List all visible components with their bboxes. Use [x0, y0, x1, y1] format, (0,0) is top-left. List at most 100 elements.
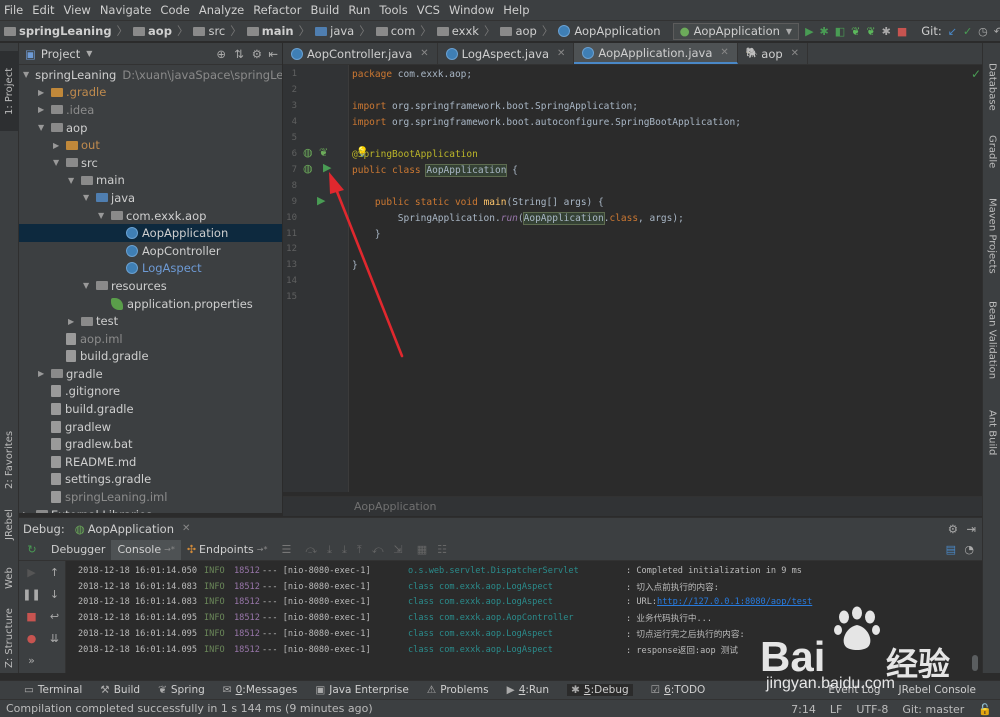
step-over-icon[interactable]: ⤼ — [305, 543, 317, 557]
collapsed-arrow-icon[interactable]: ▶ — [38, 369, 48, 378]
close-icon[interactable]: ✕ — [720, 47, 728, 58]
force-step-into-icon[interactable]: ⤓ — [342, 543, 347, 557]
tab-maven-projects[interactable]: Maven Projects — [983, 188, 1000, 283]
run-to-cursor-icon[interactable]: ⇲ — [393, 543, 402, 556]
menu-item-window[interactable]: Window — [449, 3, 494, 17]
breadcrumb-item[interactable]: src — [193, 24, 225, 38]
close-icon[interactable]: ✕ — [420, 48, 428, 59]
tree-item[interactable]: ▼ resources — [19, 277, 282, 295]
tree-item[interactable]: ▶ out — [19, 136, 282, 154]
menu-item-help[interactable]: Help — [503, 3, 529, 17]
menu-item-tools[interactable]: Tools — [379, 3, 407, 17]
tree-item[interactable]: ▼ com.exxk.aop — [19, 207, 282, 225]
tree-item[interactable]: ▶ .gradle — [19, 84, 282, 102]
collapse-icon[interactable]: ⇅ — [234, 47, 244, 61]
tab-aop[interactable]: 🐘 aop ✕ — [738, 43, 809, 64]
tree-item[interactable]: gradlew — [19, 418, 282, 436]
expanded-arrow-icon[interactable]: ▼ — [53, 158, 63, 167]
collapsed-arrow-icon[interactable]: ▶ — [38, 105, 48, 114]
tree-item[interactable]: aop.iml — [19, 330, 282, 348]
history-icon[interactable]: ◷ — [978, 23, 988, 39]
tree-item[interactable]: LogAspect — [19, 260, 282, 278]
tab-debugger[interactable]: Debugger — [45, 540, 111, 560]
tree-item[interactable]: build.gradle — [19, 400, 282, 418]
code-editor[interactable]: ✓ 💡 package com.exxk.aop; import org.spri… — [348, 65, 982, 492]
menu-item-vcs[interactable]: VCS — [417, 3, 440, 17]
gear-icon[interactable]: ⚙ — [252, 47, 262, 61]
tool-spring[interactable]: ❦ Spring — [158, 684, 205, 696]
scroll-to-end-icon[interactable]: ⇊ — [44, 627, 65, 649]
tree-item[interactable]: ▼ aop — [19, 119, 282, 137]
menu-item-view[interactable]: View — [64, 3, 91, 17]
rerun-icon[interactable]: ↻ — [19, 543, 45, 556]
tree-item[interactable]: ▼ src — [19, 154, 282, 172]
jrebel-debug-icon[interactable]: ❦ — [866, 23, 875, 39]
tree-item[interactable]: gradlew.bat — [19, 435, 282, 453]
line-separator[interactable]: LF — [830, 703, 842, 716]
collapsed-arrow-icon[interactable]: ▶ — [53, 141, 63, 150]
step-into-icon[interactable]: ⤓ — [327, 543, 332, 557]
collapsed-arrow-icon[interactable]: ▶ — [23, 510, 33, 513]
editor-breadcrumb[interactable]: AopApplication — [348, 496, 982, 516]
git-update-icon[interactable]: ↙ — [948, 23, 957, 39]
close-icon[interactable]: ✕ — [557, 48, 565, 59]
tree-item[interactable]: AopApplication — [19, 224, 282, 242]
menu-item-refactor[interactable]: Refactor — [253, 3, 301, 17]
locate-icon[interactable]: ⊕ — [216, 47, 226, 61]
tool-java-enterprise[interactable]: ▣ Java Enterprise — [315, 684, 408, 696]
project-panel-title[interactable]: Project — [41, 47, 80, 61]
expanded-arrow-icon[interactable]: ▼ — [83, 193, 93, 202]
scroll-up-icon[interactable]: ↑ — [44, 561, 65, 583]
close-icon[interactable]: ✕ — [791, 48, 799, 59]
status-message[interactable]: Compilation completed successfully in 1 … — [6, 702, 373, 715]
rollback-icon[interactable]: ↶ — [994, 23, 1000, 39]
collapsed-arrow-icon[interactable]: ▶ — [38, 88, 48, 97]
menu-item-navigate[interactable]: Navigate — [100, 3, 152, 17]
tab-database[interactable]: Database — [983, 57, 1000, 117]
close-icon[interactable]: ✕ — [182, 523, 190, 534]
more-icon[interactable]: » — [19, 649, 44, 671]
tool-run[interactable]: ▶ 4: Run — [507, 684, 549, 696]
debug-icon[interactable]: ✱ — [820, 23, 829, 39]
scroll-down-icon[interactable]: ↓ — [44, 583, 65, 605]
tool-build[interactable]: ⚒ Build — [100, 684, 140, 696]
tab-aopapplication-java[interactable]: AopApplication.java ✕ — [574, 43, 738, 64]
tree-item[interactable]: ▶ gradle — [19, 365, 282, 383]
run-icon[interactable]: ▶ — [805, 23, 813, 39]
jrebel-run-icon[interactable]: ❦ — [851, 23, 860, 39]
tree-item[interactable]: build.gradle — [19, 348, 282, 366]
debug-config-tab[interactable]: AopApplication — [88, 522, 174, 536]
drop-frame-icon[interactable]: ⤺ — [372, 543, 384, 557]
stop-icon[interactable]: ■ — [19, 605, 44, 627]
evaluate-icon[interactable]: ▦ — [417, 543, 427, 556]
tab-project[interactable]: 1: Project — [0, 51, 19, 131]
scrollbar[interactable] — [972, 655, 978, 671]
collapsed-arrow-icon[interactable]: ▶ — [68, 317, 78, 326]
tree-item[interactable]: README.md — [19, 453, 282, 471]
breadcrumb-item[interactable]: main — [246, 24, 294, 38]
expanded-arrow-icon[interactable]: ▼ — [98, 211, 108, 220]
tab-favorites[interactable]: 2: Favorites — [0, 415, 19, 505]
layout-icon[interactable]: ▤ — [946, 543, 956, 556]
tree-item[interactable]: ▶ External Libraries — [19, 506, 282, 513]
spring-bean-icon[interactable]: ◍ — [303, 146, 313, 159]
attach-icon[interactable]: ✱ — [882, 23, 891, 39]
expanded-arrow-icon[interactable]: ▼ — [83, 281, 93, 290]
git-branch[interactable]: Git: master — [902, 703, 964, 716]
menu-item-file[interactable]: File — [4, 3, 23, 17]
tree-item[interactable]: application.properties — [19, 295, 282, 313]
tool-problems[interactable]: ⚠ Problems — [427, 684, 489, 696]
breadcrumb-item[interactable]: exxk — [436, 24, 479, 38]
tree-item[interactable]: springLeaning.iml — [19, 488, 282, 506]
breadcrumb-item[interactable]: java — [315, 24, 354, 38]
tree-item[interactable]: ▶ test — [19, 312, 282, 330]
expanded-arrow-icon[interactable]: ▼ — [23, 70, 29, 79]
pause-icon[interactable]: ❚❚ — [19, 583, 44, 605]
menu-item-build[interactable]: Build — [310, 3, 339, 17]
gear-icon[interactable]: ⚙ — [948, 522, 958, 536]
tab-aopcontroller-java[interactable]: AopController.java ✕ — [283, 43, 438, 64]
soft-wrap-icon[interactable]: ↩ — [44, 605, 65, 627]
breakpoints-icon[interactable]: ● — [19, 627, 44, 649]
tab-console[interactable]: Console →* — [111, 539, 181, 560]
tab-endpoints[interactable]: ✣ Endpoints →* — [181, 540, 274, 560]
